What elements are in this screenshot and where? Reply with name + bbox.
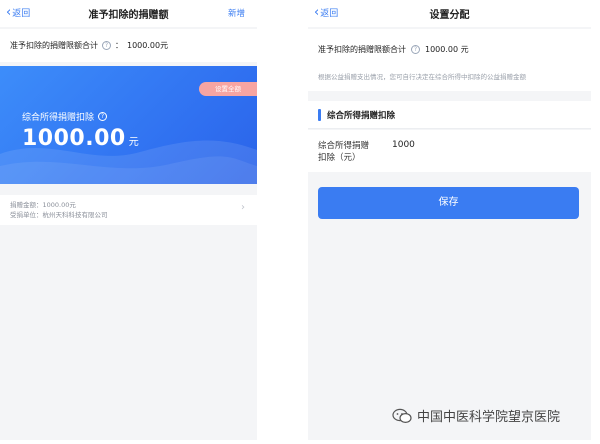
section-header: 综合所得捐赠扣除 <box>308 101 591 129</box>
page-title: 准予扣除的捐赠额 <box>88 10 169 21</box>
total-label: 准予扣除的捐赠限额合计 <box>10 41 98 50</box>
section-accent-bar <box>318 109 321 121</box>
phone-screen-allocation: ‹ 返回 设置分配 准予扣除的捐赠限额合计 ? 1000.00 元 根据公益捐赠… <box>308 0 591 440</box>
save-button[interactable]: 保存 <box>318 187 579 219</box>
question-circle-icon[interactable]: ? <box>102 41 111 50</box>
card-label-row: 综合所得捐赠扣除 ? <box>22 110 108 123</box>
total-value: 1000.00元 <box>127 41 169 50</box>
total-label: 准予扣除的捐赠限额合计 <box>318 45 406 54</box>
nav-bar: ‹ 返回 设置分配 <box>308 0 591 27</box>
allocation-note: 根据公益捐赠支出情况，您可自行决定在综合所得中扣除的公益捐赠金额 <box>318 73 526 81</box>
card-label: 综合所得捐赠扣除 <box>22 113 95 123</box>
field-label: 综合所得捐赠扣除（元） <box>318 141 370 163</box>
nav-bar: ‹ 返回 准予扣除的捐赠额 新增 <box>0 0 257 27</box>
donation-record-item[interactable]: 捐赠金额：1000.00元 受捐单位：杭州天科科技有限公司 › <box>0 195 257 225</box>
page-title: 设置分配 <box>429 10 470 21</box>
amount-value: 1000.00 <box>22 126 126 151</box>
total-value: 1000.00 元 <box>425 45 469 54</box>
section-title: 综合所得捐赠扣除 <box>327 111 396 121</box>
wechat-icon <box>392 408 412 423</box>
field-value[interactable]: 1000 <box>392 140 415 150</box>
screenshot-stage: ‹ 返回 准予扣除的捐赠额 新增 准予扣除的捐赠限额合计 ? ： 1000.00… <box>0 0 600 444</box>
phone-screen-deductions: ‹ 返回 准予扣除的捐赠额 新增 准予扣除的捐赠限额合计 ? ： 1000.00… <box>0 0 257 440</box>
total-colon: ： <box>115 41 123 50</box>
question-circle-icon[interactable]: ? <box>411 45 420 54</box>
deduction-amount-field[interactable]: 综合所得捐赠扣除（元） 1000 <box>308 130 591 172</box>
donation-limit-total: 准予扣除的捐赠限额合计 ? 1000.00 元 根据公益捐赠支出情况，您可自行决… <box>308 29 591 91</box>
donation-limit-total: 准予扣除的捐赠限额合计 ? ： 1000.00元 <box>0 29 257 62</box>
question-circle-icon[interactable]: ? <box>98 112 108 121</box>
set-full-amount-button[interactable]: 设置全额 <box>199 82 257 96</box>
card-amount: 1000.00 元 <box>22 126 139 151</box>
add-button[interactable]: 新增 <box>228 7 245 19</box>
watermark: 中国中医科学院望京医院 <box>392 406 560 425</box>
amount-unit: 元 <box>128 137 140 148</box>
watermark-text: 中国中医科学院望京医院 <box>417 410 561 425</box>
total-line: 准予扣除的捐赠限额合计 ? 1000.00 元 <box>318 44 469 55</box>
donation-amount-text: 捐赠金额：1000.00元 <box>10 201 76 209</box>
deduction-summary-card: 设置全额 综合所得捐赠扣除 ? 1000.00 元 <box>0 66 257 184</box>
chevron-right-icon: › <box>241 202 245 213</box>
recipient-text: 受捐单位：杭州天科科技有限公司 <box>10 211 108 219</box>
